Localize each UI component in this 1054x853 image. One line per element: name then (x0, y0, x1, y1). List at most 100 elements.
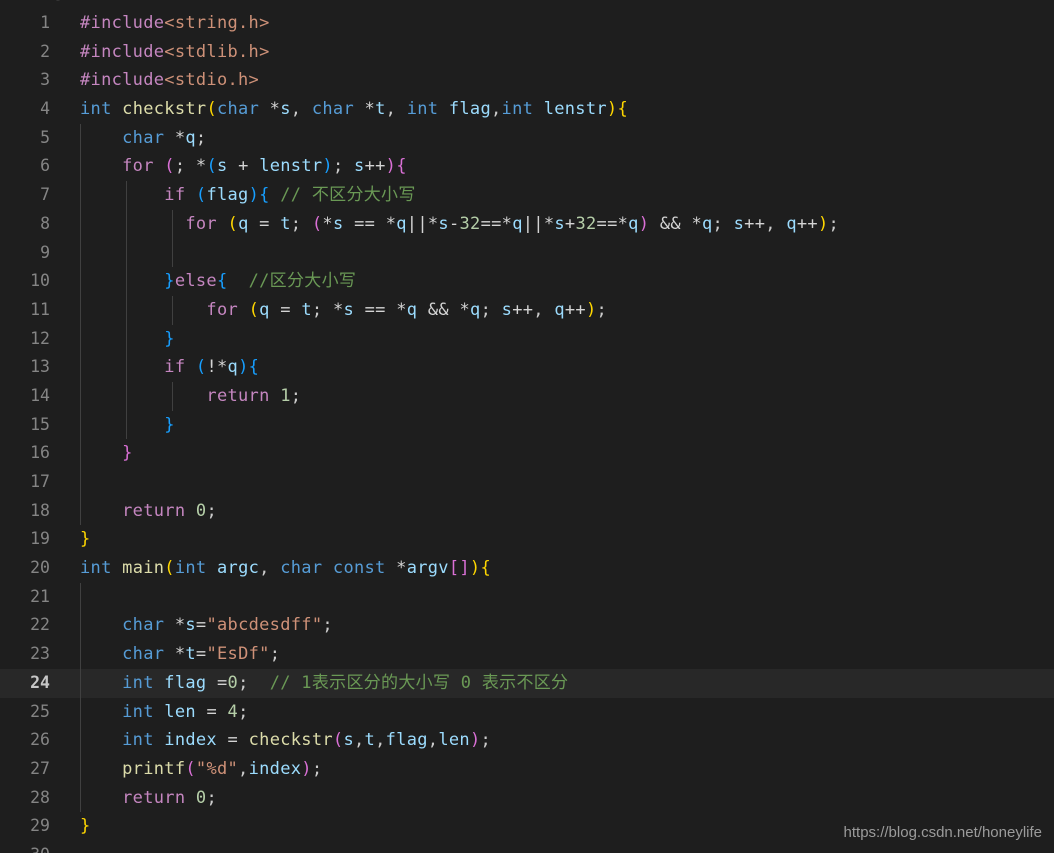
code-text[interactable]: for (q = t; (*s == *q||*s-32==*q||*s+32=… (80, 210, 839, 239)
code-text[interactable]: for (; *(s + lenstr); s++){ (80, 152, 407, 181)
code-text[interactable]: #include<stdlib.h> (80, 38, 270, 67)
code-token: ; (322, 615, 333, 636)
line-number[interactable]: 1 (0, 9, 50, 38)
code-line[interactable]: 10 }else{ //区分大小写 (0, 267, 1054, 296)
code-editor[interactable]: 4 5 1 #include<string.h> 2 #include<stdlib.… (0, 0, 1054, 853)
line-number[interactable]: 28 (0, 784, 50, 813)
line-number[interactable]: 23 (0, 640, 50, 669)
code-line[interactable]: 1 #include<string.h> (0, 9, 1054, 38)
code-token: { (259, 185, 270, 206)
code-text[interactable]: } (80, 812, 91, 841)
code-text[interactable]: #include<string.h> (80, 9, 270, 38)
code-line[interactable]: 12 } (0, 324, 1054, 354)
line-number[interactable]: 8 (0, 210, 50, 239)
code-line[interactable]: 20 int main(int argc, char const *argv[])… (0, 554, 1054, 583)
code-text[interactable]: if (!*q){ (80, 353, 259, 382)
code-line[interactable]: 25 int len = 4; (0, 697, 1054, 727)
line-number[interactable]: 14 (0, 382, 50, 411)
code-text[interactable]: for (q = t; *s == *q && *q; s++, q++); (80, 296, 607, 325)
code-line[interactable]: 6 for (; *(s + lenstr); s++){ (0, 152, 1054, 182)
code-line[interactable]: 17 (0, 468, 1054, 497)
code-text[interactable]: int checkstr(char *s, char *t, int flag,… (80, 95, 628, 124)
code-line[interactable]: 13 if (!*q){ (0, 353, 1054, 382)
code-line[interactable]: 30 (0, 841, 1054, 853)
line-number[interactable]: 18 (0, 497, 50, 526)
line-number[interactable]: 21 (0, 583, 50, 612)
code-line[interactable]: 23 char *t="EsDf"; (0, 640, 1054, 669)
code-line[interactable]: 19} (0, 525, 1054, 554)
line-number[interactable]: 2 (0, 38, 50, 67)
code-line[interactable]: 26 int index = checkstr(s,t,flag,len); (0, 726, 1054, 755)
code-line[interactable]: 3 #include<stdio.h> (0, 66, 1054, 95)
code-text[interactable]: }else{ //区分大小写 (80, 267, 356, 296)
code-token: ( (195, 185, 207, 206)
code-token: ( (248, 299, 260, 320)
code-text[interactable]: #include<stdio.h> (80, 66, 259, 95)
line-number[interactable]: 5 (0, 124, 50, 153)
code-line[interactable]: 18 return 0; (0, 496, 1054, 526)
code-lines-container[interactable]: 1 #include<string.h> 2 #include<stdlib.h> 3 #… (0, 9, 1054, 853)
code-text[interactable]: int flag =0; // 1表示区分的大小写 0 表示不区分 (80, 669, 568, 698)
line-number[interactable]: 30 (0, 841, 50, 853)
code-line[interactable]: 5 char *q; (0, 123, 1054, 153)
code-line[interactable]: 2 #include<stdlib.h> (0, 38, 1054, 67)
code-line[interactable]: 15 } (0, 410, 1054, 440)
code-text[interactable]: int main(int argc, char const *argv[]){ (80, 554, 491, 583)
line-number[interactable]: 24 (0, 669, 50, 698)
code-text[interactable]: } (80, 325, 175, 354)
code-text[interactable]: return 0; (80, 784, 217, 813)
code-text[interactable]: if (flag){ // 不区分大小写 (80, 181, 416, 210)
code-line[interactable]: 22 char *s="abcdesdff"; (0, 611, 1054, 641)
code-text[interactable]: } (80, 411, 175, 440)
line-number[interactable]: 16 (0, 439, 50, 468)
line-number[interactable]: 13 (0, 353, 50, 382)
code-token: == (364, 299, 386, 320)
line-number[interactable]: 9 (0, 239, 50, 268)
line-number[interactable]: 3 (0, 66, 50, 95)
code-line[interactable]: 4 int checkstr(char *s, char *t, int flag… (0, 95, 1054, 124)
code-token: ( (206, 156, 218, 177)
line-number[interactable]: 19 (0, 525, 50, 554)
code-text[interactable]: int index = checkstr(s,t,flag,len); (80, 726, 491, 755)
line-number[interactable]: 15 (0, 411, 50, 440)
code-text[interactable]: char *s="abcdesdff"; (80, 611, 333, 640)
code-line[interactable]: 8 for (q = t; (*s == *q||*s-32==*q||*s+3… (0, 209, 1054, 239)
code-token: ; (238, 672, 249, 693)
code-line[interactable]: 24 int flag =0; // 1表示区分的大小写 0 表示不区分 (0, 668, 1054, 698)
code-line[interactable]: 27 printf("%d",index); (0, 754, 1054, 784)
line-number[interactable]: 29 (0, 812, 50, 841)
line-number[interactable]: 26 (0, 726, 50, 755)
code-text[interactable]: char *q; (80, 124, 206, 153)
line-number[interactable]: 4 (0, 95, 50, 124)
code-text[interactable]: int len = 4; (80, 698, 249, 727)
code-text[interactable]: printf("%d",index); (80, 755, 322, 784)
code-line[interactable]: 14 return 1; (0, 381, 1054, 411)
code-text[interactable]: return 1; (80, 382, 301, 411)
code-line[interactable]: 28 return 0; (0, 783, 1054, 813)
code-line[interactable]: 7 if (flag){ // 不区分大小写 (0, 181, 1054, 210)
code-token: * (174, 127, 186, 148)
code-text[interactable]: } (80, 525, 91, 554)
line-number[interactable]: 10 (0, 267, 50, 296)
line-number[interactable]: 7 (0, 181, 50, 210)
line-number[interactable]: 11 (0, 296, 50, 325)
code-token: if (164, 357, 186, 378)
code-line[interactable]: 9 (0, 238, 1054, 268)
line-number[interactable]: 20 (0, 554, 50, 583)
line-number[interactable]: 25 (0, 698, 50, 727)
code-text[interactable]: } (80, 439, 133, 468)
line-number[interactable]: 22 (0, 611, 50, 640)
code-line[interactable]: 11 for (q = t; *s == *q && *q; s++, q++)… (0, 295, 1054, 325)
line-number[interactable]: 12 (0, 325, 50, 354)
line-number[interactable]: 17 (0, 468, 50, 497)
code-text[interactable]: char *t="EsDf"; (80, 640, 280, 669)
line-number[interactable]: 6 (0, 152, 50, 181)
code-text[interactable]: return 0; (80, 497, 217, 526)
code-line[interactable]: 21 (0, 582, 1054, 612)
line-number[interactable]: 27 (0, 755, 50, 784)
code-line[interactable]: 16 } (0, 439, 1054, 468)
